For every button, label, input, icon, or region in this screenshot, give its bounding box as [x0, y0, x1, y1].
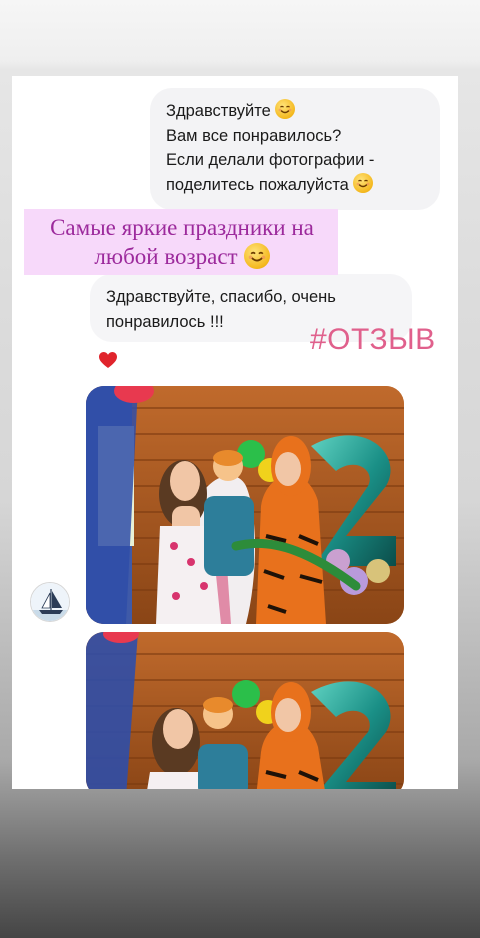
message-line: Здравствуйте — [166, 102, 271, 120]
party-photo-icon — [86, 386, 404, 624]
sender-avatar[interactable] — [30, 582, 70, 622]
message-line: Вам все понравилось? — [166, 126, 342, 145]
smiling-face-icon — [352, 172, 373, 193]
story-caption-overlay: Самые яркие праздники на любой возраст — [24, 209, 338, 275]
incoming-message-bubble: Здравствуйте Вам все понравилось? Если д… — [150, 88, 440, 210]
smiling-face-icon — [274, 99, 295, 119]
reply-line: Здравствуйте, спасибо, очень — [106, 288, 336, 306]
message-line: Если делали фотографии - — [166, 151, 375, 169]
caption-line: Самые яркие праздники на — [50, 215, 314, 240]
message-line: поделитесь пожалуйста — [166, 175, 349, 194]
party-photo-icon — [86, 632, 404, 789]
story-card: Здравствуйте Вам все понравилось? Если д… — [12, 76, 458, 789]
party-photo[interactable] — [86, 632, 404, 789]
caption-line: любой возраст — [94, 244, 238, 269]
hashtag-sticker: #ОТЗЫВ — [310, 323, 436, 356]
smiling-face-icon — [243, 243, 270, 269]
sailboat-icon — [31, 583, 69, 621]
heart-icon[interactable] — [98, 351, 118, 374]
party-photo[interactable] — [86, 386, 404, 624]
